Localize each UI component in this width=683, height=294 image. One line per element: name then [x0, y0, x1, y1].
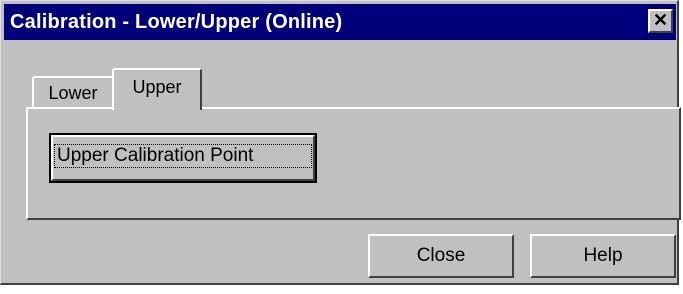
- upper-calibration-point-label: Upper Calibration Point: [54, 144, 312, 168]
- close-icon: ✕: [652, 10, 669, 30]
- help-button[interactable]: Help: [530, 234, 676, 278]
- upper-calibration-point-button[interactable]: Upper Calibration Point: [49, 133, 317, 183]
- title-bar[interactable]: Calibration - Lower/Upper (Online) ✕: [4, 4, 676, 40]
- tab-upper[interactable]: Upper: [112, 68, 202, 110]
- window-close-button[interactable]: ✕: [648, 9, 673, 33]
- window-title: Calibration - Lower/Upper (Online): [10, 11, 343, 33]
- tab-lower[interactable]: Lower: [32, 76, 114, 108]
- close-button[interactable]: Close: [368, 234, 514, 278]
